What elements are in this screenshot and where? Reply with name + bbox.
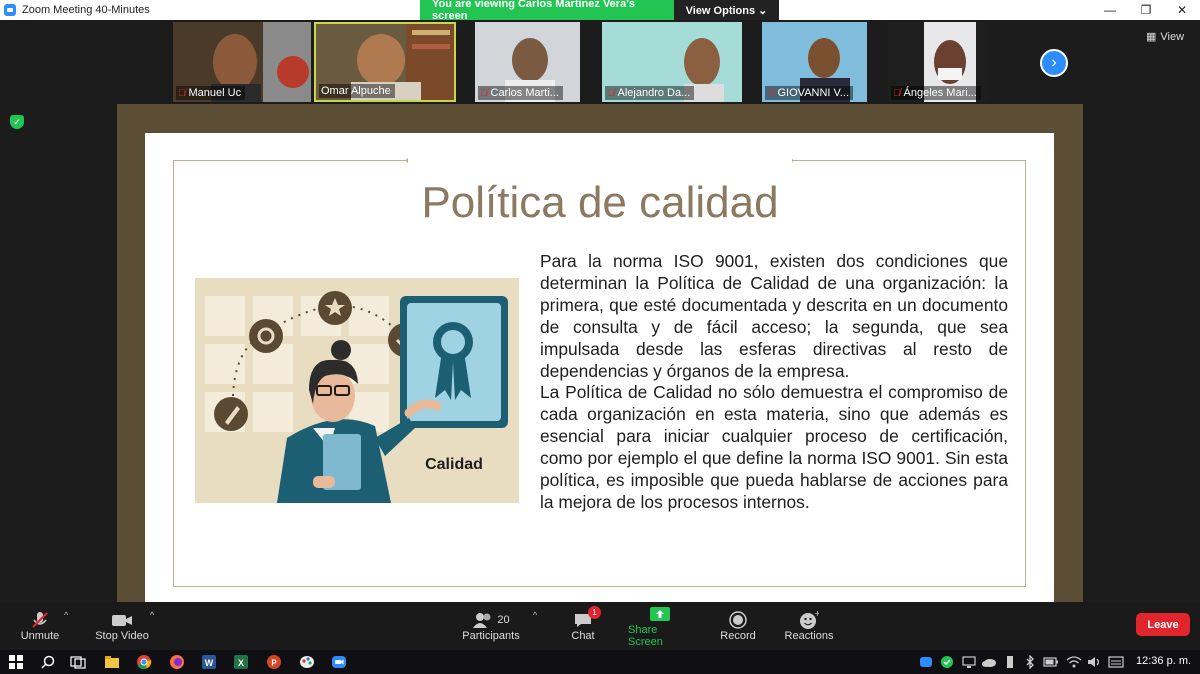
mic-muted-icon: 🎙̸ — [480, 87, 488, 99]
check-tray-icon[interactable] — [937, 653, 957, 671]
participant-tile[interactable]: 🎙̸ GIOVANNI V... — [762, 22, 867, 102]
record-button[interactable]: Record — [718, 602, 758, 650]
search-icon[interactable] — [38, 653, 58, 671]
participants-caret-icon[interactable]: ^ — [533, 610, 537, 620]
mic-muted-icon: 🎙̸ — [767, 87, 775, 99]
participant-tile[interactable]: 🎙̸ Ángeles Mari... — [888, 22, 988, 102]
video-camera-icon — [111, 610, 133, 630]
grid-icon: ▦ — [1146, 31, 1157, 43]
mic-muted-icon: 🎙̸ — [178, 87, 186, 99]
zoom-tray-icon[interactable] — [916, 653, 936, 671]
slide-paragraph: Para la norma ISO 9001, existen dos cond… — [540, 251, 1008, 381]
record-icon — [729, 610, 747, 630]
reactions-button[interactable]: + Reactions — [784, 602, 834, 650]
paint-icon[interactable] — [297, 653, 317, 671]
mic-muted-icon: 🎙̸ — [893, 87, 901, 99]
view-options-button[interactable]: View Options ⌄ — [674, 0, 779, 20]
minimize-button[interactable]: — — [1092, 0, 1128, 20]
battery-icon[interactable] — [1041, 653, 1061, 671]
share-screen-icon — [649, 604, 671, 624]
participant-name: 🎙̸ Alejandro Da... — [605, 86, 695, 100]
window-controls: — ❐ ✕ — [1092, 0, 1200, 20]
participant-name: 🎙̸ Carlos Marti... — [478, 86, 563, 100]
powerpoint-icon[interactable]: P — [264, 653, 284, 671]
window-title: Zoom Meeting 40-Minutes — [22, 4, 150, 16]
participant-name: 🎙̸ Manuel Uc — [176, 86, 246, 100]
participant-name: 🎙̸ GIOVANNI V... — [765, 86, 854, 100]
svg-text:W: W — [205, 658, 214, 668]
participant-tile[interactable]: Omar Alpuche — [314, 22, 456, 102]
chat-unread-badge: 1 — [588, 606, 601, 619]
mic-muted-icon — [30, 610, 50, 630]
illustration-label: Calidad — [425, 456, 483, 473]
wifi-icon[interactable] — [1064, 653, 1084, 671]
stop-video-button[interactable]: Stop Video — [92, 602, 152, 650]
svg-text:+: + — [814, 610, 819, 618]
participant-tile[interactable]: 🎙̸ Carlos Marti... — [475, 22, 580, 102]
participant-tile[interactable]: 🎙̸ Alejandro Da... — [602, 22, 742, 102]
svg-text:X: X — [238, 658, 244, 668]
security-shield-icon[interactable]: ✓ — [10, 115, 24, 129]
next-page-button[interactable]: › — [1040, 49, 1068, 77]
volume-icon[interactable] — [1085, 653, 1105, 671]
zoom-app-icon — [4, 4, 16, 16]
chevron-right-icon: › — [1051, 54, 1057, 71]
smiley-icon: + — [799, 610, 819, 630]
chat-button[interactable]: 1 Chat — [565, 602, 601, 650]
usb-tray-icon[interactable] — [1000, 653, 1020, 671]
unmute-button[interactable]: Unmute — [12, 602, 68, 650]
participant-name: Omar Alpuche — [319, 84, 395, 98]
svg-text:P: P — [271, 659, 277, 668]
mic-muted-icon: 🎙̸ — [607, 87, 615, 99]
meeting-controls-bar: Unmute ^ Stop Video ^ 20 Participants ^ … — [0, 602, 1200, 650]
bluetooth-icon[interactable] — [1020, 653, 1040, 671]
slide-title: Política de calidad — [421, 178, 779, 227]
close-button[interactable]: ✕ — [1164, 0, 1200, 20]
keyboard-language-icon[interactable] — [1106, 653, 1126, 671]
share-screen-button[interactable]: Share Screen — [628, 602, 692, 650]
windows-start-icon[interactable] — [6, 653, 26, 671]
windows-taskbar: W X P 12:36 p. m. — [0, 650, 1200, 674]
onedrive-icon[interactable] — [979, 653, 999, 671]
word-icon[interactable]: W — [199, 653, 219, 671]
viewing-screen-label: You are viewing Carlos Martínez Vera's s… — [420, 0, 674, 22]
participants-icon: 20 — [472, 610, 510, 630]
task-view-icon[interactable] — [68, 653, 88, 671]
participant-tile[interactable]: 🎙̸ Manuel Uc — [173, 22, 311, 102]
slide-paragraph: La Política de Calidad no sólo demuestra… — [540, 382, 1008, 512]
system-clock[interactable]: 12:36 p. m. — [1136, 655, 1191, 667]
chrome-icon[interactable] — [134, 653, 154, 671]
excel-icon[interactable]: X — [231, 653, 251, 671]
participants-count: 20 — [497, 614, 510, 626]
restore-button[interactable]: ❐ — [1128, 0, 1164, 20]
video-options-caret-icon[interactable]: ^ — [150, 610, 154, 620]
participant-name: 🎙̸ Ángeles Mari... — [891, 86, 981, 100]
view-button[interactable]: ▦ View — [1146, 30, 1184, 44]
zoom-taskbar-icon[interactable] — [329, 653, 349, 671]
firefox-icon[interactable] — [167, 653, 187, 671]
screen-share-banner: You are viewing Carlos Martínez Vera's s… — [420, 0, 779, 22]
file-explorer-icon[interactable] — [102, 653, 122, 671]
slide-body-text: Para la norma ISO 9001, existen dos cond… — [540, 251, 1008, 514]
participants-button[interactable]: 20 Participants — [460, 602, 522, 650]
quality-illustration: Calidad — [195, 278, 519, 503]
audio-options-caret-icon[interactable]: ^ — [64, 610, 68, 620]
display-tray-icon[interactable] — [959, 653, 979, 671]
chat-icon: 1 — [573, 606, 601, 630]
leave-meeting-button[interactable]: Leave — [1136, 613, 1190, 636]
